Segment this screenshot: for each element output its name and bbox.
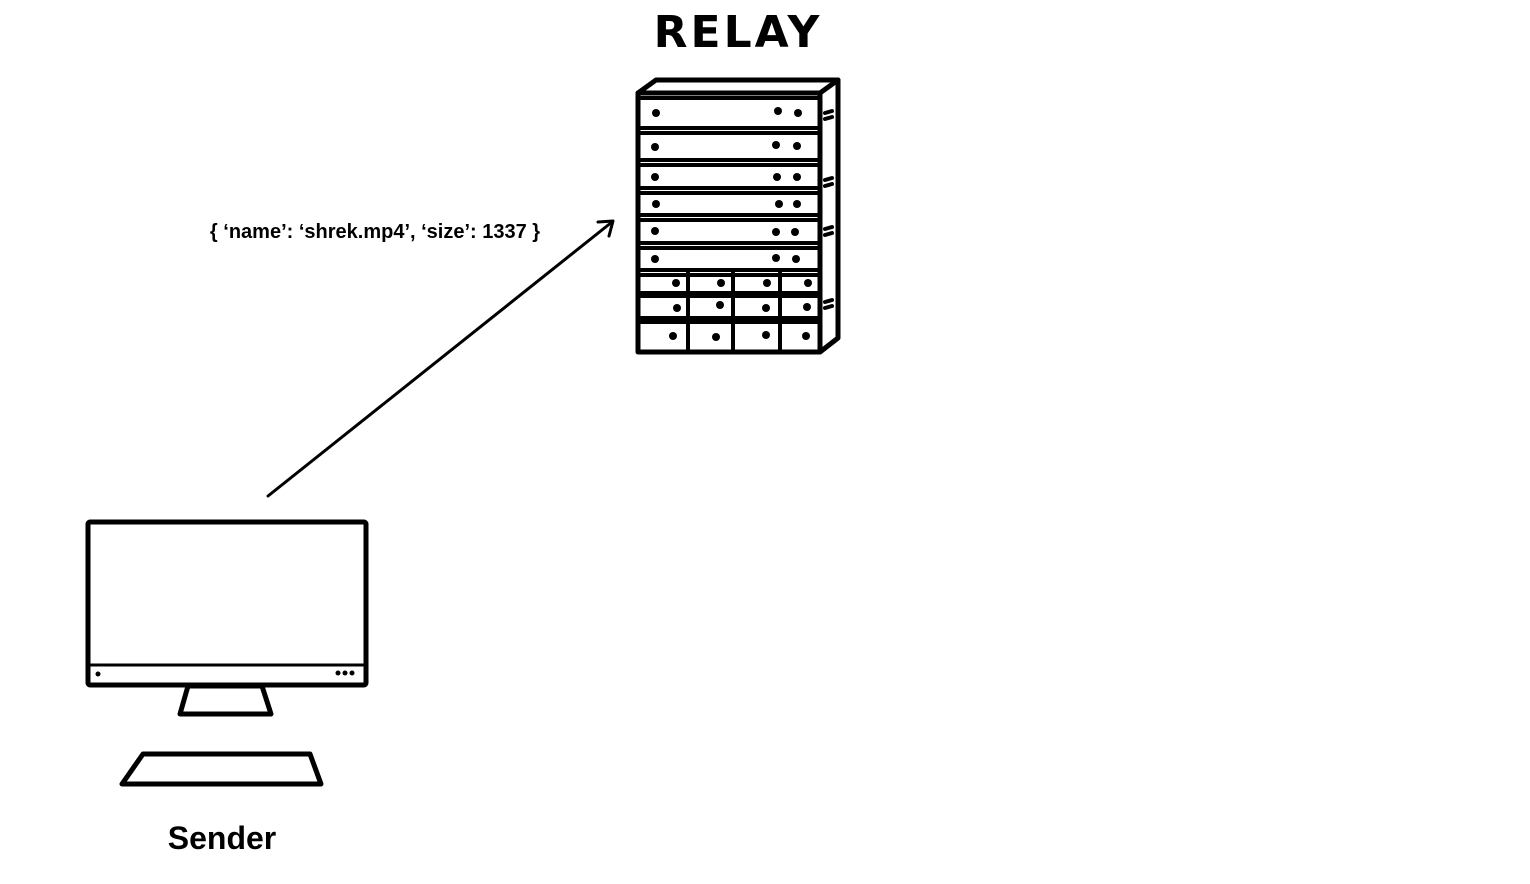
relay-title: RELAY <box>654 7 823 58</box>
sender-label: Sender <box>168 820 276 856</box>
message-arrow <box>266 219 615 498</box>
message-label: { ‘name’: ‘shrek.mp4’, ‘size’: 1337 } <box>210 221 540 243</box>
relay-diagram: RELAY {‘name’: ‘shrek.mp4’, ‘size’: 133… <box>85 7 841 856</box>
server-rack-icon <box>635 77 841 355</box>
desktop-computer-icon <box>85 519 369 787</box>
